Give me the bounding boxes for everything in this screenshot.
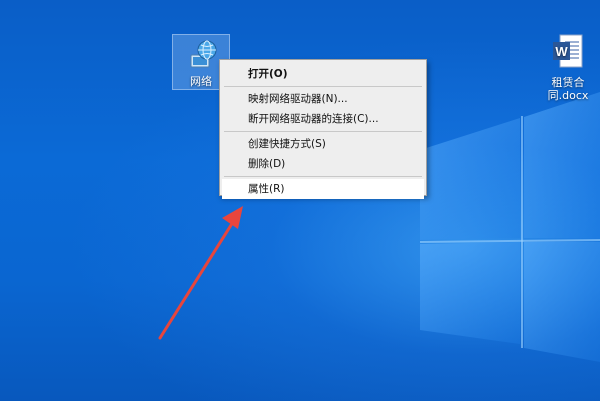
desktop-icon-label: 租赁合同.docx: [547, 76, 589, 102]
menu-item-map-network-drive[interactable]: 映射网络驱动器(N)...: [222, 89, 424, 109]
menu-separator: [224, 176, 422, 177]
menu-item-create-shortcut[interactable]: 创建快捷方式(S): [222, 134, 424, 154]
desktop: 网络 W 租赁合同.docx 打开(O) 映射网络驱动器(N)... 断开网络驱…: [0, 0, 600, 401]
menu-item-disconnect-network-drive[interactable]: 断开网络驱动器的连接(C)...: [222, 109, 424, 129]
menu-item-open[interactable]: 打开(O): [222, 64, 424, 84]
menu-separator: [224, 86, 422, 87]
network-icon: [190, 40, 217, 68]
svg-text:W: W: [555, 44, 568, 59]
menu-item-properties[interactable]: 属性(R): [222, 179, 424, 199]
menu-item-delete[interactable]: 删除(D): [222, 154, 424, 174]
desktop-icon-document[interactable]: W 租赁合同.docx: [540, 34, 596, 108]
menu-separator: [224, 131, 422, 132]
word-document-icon: W: [553, 34, 583, 68]
context-menu: 打开(O) 映射网络驱动器(N)... 断开网络驱动器的连接(C)... 创建快…: [219, 59, 427, 199]
